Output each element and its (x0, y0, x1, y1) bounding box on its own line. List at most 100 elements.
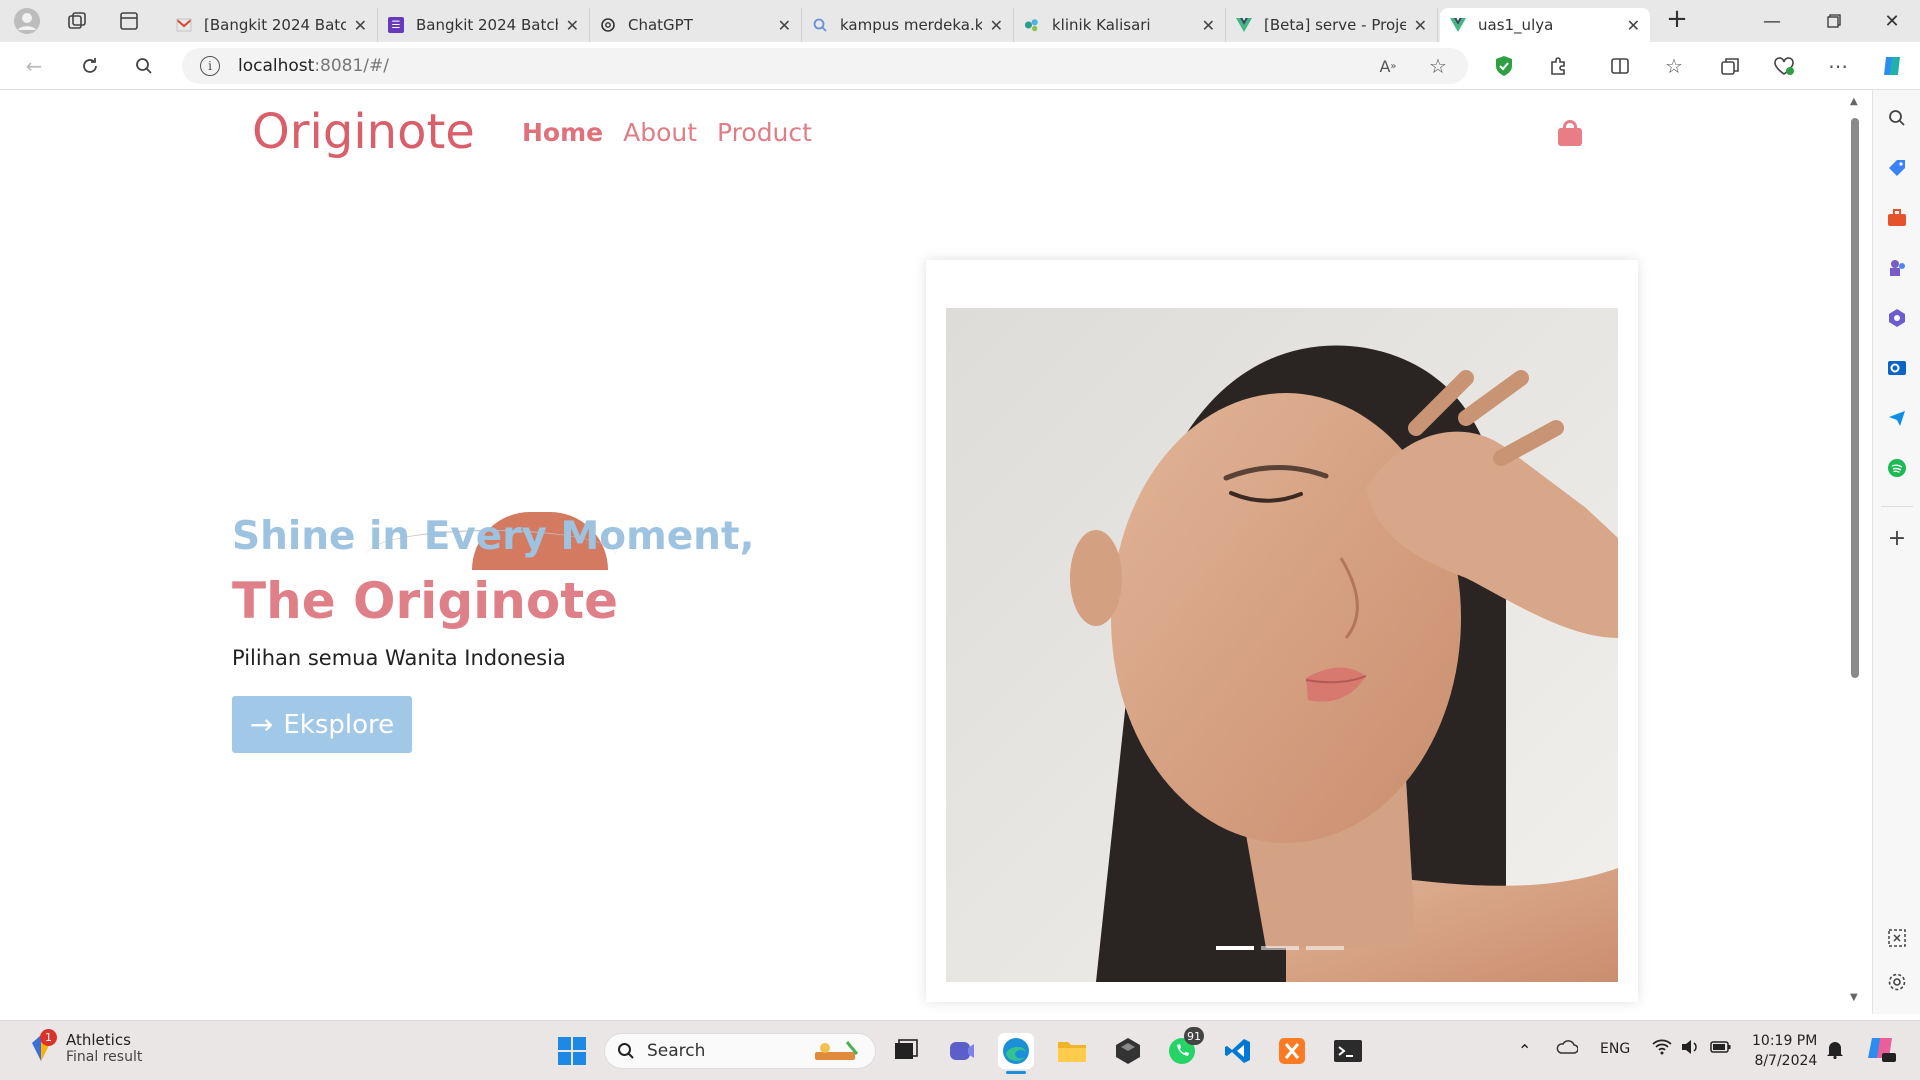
tab-title: [Bangkit 2024 Batch (204, 16, 346, 34)
tab-title: uas1_ulya (1478, 16, 1554, 34)
unity-icon[interactable] (1110, 1033, 1146, 1069)
tab-title: klinik Kalisari (1052, 16, 1151, 34)
browser-tab[interactable]: kampus merdeka.ke ✕ (802, 8, 1014, 42)
add-sidebar-app-icon[interactable]: + (1885, 526, 1909, 551)
scroll-down-arrow[interactable]: ▼ (1850, 992, 1858, 1003)
shield-extension-icon[interactable] (1488, 50, 1520, 82)
carousel-indicator[interactable] (1216, 946, 1254, 950)
vue-icon (1236, 17, 1252, 33)
whatsapp-badge: 91 (1184, 1027, 1204, 1045)
browser-tab-active[interactable]: uas1_ulya ✕ (1440, 8, 1650, 42)
notification-icon[interactable] (1826, 1039, 1844, 1063)
new-tab-button[interactable]: + (1654, 4, 1700, 34)
favorite-star-icon[interactable]: ☆ (1422, 50, 1454, 82)
sidebar-settings-icon[interactable] (1885, 970, 1909, 994)
hero-title: The Originote (232, 572, 619, 630)
volume-icon[interactable] (1680, 1038, 1700, 1060)
browser-tab[interactable]: ChatGPT ✕ (590, 8, 802, 42)
url-host: localhost (238, 56, 315, 76)
workspaces-icon[interactable] (56, 0, 98, 42)
back-icon[interactable]: ← (18, 50, 50, 82)
profile-icon[interactable] (6, 0, 48, 42)
shopping-tag-icon[interactable] (1885, 156, 1909, 180)
main-nav: Home About Product (522, 118, 812, 147)
browser-tab[interactable]: klinik Kalisari ✕ (1014, 8, 1226, 42)
copilot-icon[interactable] (1876, 50, 1908, 82)
sidebar-divider (1881, 506, 1913, 507)
scroll-up-arrow[interactable]: ▲ (1850, 96, 1858, 107)
page-scrollbar[interactable]: ▲ ▼ (1846, 96, 1864, 1008)
windows-start-icon[interactable] (554, 1033, 590, 1069)
carousel-indicator[interactable] (1306, 946, 1344, 950)
tab-title: [Beta] serve - Projec (1264, 16, 1406, 34)
tools-icon[interactable] (1885, 206, 1909, 230)
xampp-icon[interactable] (1274, 1033, 1310, 1069)
weather-widget[interactable]: 1 Athletics Final result (28, 1029, 143, 1065)
battery-icon[interactable] (1710, 1039, 1732, 1059)
nav-home[interactable]: Home (522, 118, 603, 147)
address-bar[interactable]: i localhost:8081/#/ (182, 48, 1468, 84)
brand-logo[interactable]: Originote (252, 104, 475, 160)
vscode-icon[interactable] (1220, 1033, 1256, 1069)
carousel-card (926, 260, 1638, 1002)
nav-about[interactable]: About (623, 118, 697, 147)
close-tab-icon[interactable]: ✕ (354, 16, 367, 35)
file-explorer-icon[interactable] (1054, 1033, 1090, 1069)
refresh-icon[interactable] (74, 50, 106, 82)
explore-button[interactable]: → Eksplore (232, 696, 412, 753)
scrollbar-thumb[interactable] (1851, 118, 1859, 678)
close-tab-icon[interactable]: ✕ (566, 16, 579, 35)
browser-tab[interactable]: [Beta] serve - Projec ✕ (1226, 8, 1438, 42)
minimize-button[interactable]: — (1744, 0, 1800, 42)
search-icon[interactable] (128, 50, 160, 82)
edge-browser-icon[interactable] (998, 1033, 1034, 1074)
teams-meet-icon[interactable] (944, 1033, 980, 1069)
close-tab-icon[interactable]: ✕ (990, 16, 1003, 35)
close-window-button[interactable]: ✕ (1864, 0, 1920, 42)
vertical-tabs-icon[interactable] (108, 0, 150, 42)
games-icon[interactable] (1885, 256, 1909, 280)
collections-icon[interactable] (1714, 50, 1746, 82)
show-hidden-icons[interactable]: ⌃ (1518, 1041, 1531, 1060)
search-icon (812, 17, 828, 33)
weather-subtitle: Final result (66, 1049, 143, 1065)
performance-icon[interactable] (1768, 50, 1800, 82)
onedrive-icon[interactable] (1556, 1039, 1579, 1059)
carousel-indicator[interactable] (1261, 946, 1299, 950)
send-icon[interactable] (1885, 406, 1909, 430)
system-clock[interactable]: 10:19 PM 8/7/2024 (1752, 1031, 1817, 1071)
read-aloud-icon[interactable]: A» (1372, 50, 1404, 82)
url-text[interactable]: localhost:8081/#/ (238, 56, 389, 76)
weather-badge: 1 (40, 1029, 57, 1046)
taskbar-search[interactable]: Search (604, 1033, 876, 1069)
site-info-icon[interactable]: i (200, 56, 220, 76)
split-screen-icon[interactable] (1604, 50, 1636, 82)
whatsapp-icon[interactable]: 91 (1164, 1027, 1204, 1069)
task-view-icon[interactable] (888, 1033, 924, 1069)
terminal-icon[interactable] (1330, 1033, 1366, 1069)
tab-strip: [Bangkit 2024 Batch ✕ ☰ Bangkit 2024 Bat… (0, 0, 1920, 42)
favorites-icon[interactable]: ☆ (1658, 50, 1690, 82)
screenshot-icon[interactable] (1885, 926, 1909, 950)
clock-date: 8/7/2024 (1754, 1053, 1818, 1069)
copilot-apps-icon[interactable] (1885, 306, 1909, 330)
hero-subtitle: Pilihan semua Wanita Indonesia (232, 646, 566, 670)
copilot-taskbar-icon[interactable] (1866, 1035, 1896, 1067)
language-indicator[interactable]: ENG (1600, 1041, 1630, 1057)
nav-product[interactable]: Product (717, 118, 812, 147)
restore-button[interactable] (1806, 0, 1862, 42)
close-tab-icon[interactable]: ✕ (1202, 16, 1215, 35)
spotify-icon[interactable] (1885, 456, 1909, 480)
close-tab-icon[interactable]: ✕ (778, 16, 791, 35)
more-menu-icon[interactable]: ⋯ (1822, 50, 1854, 82)
outlook-icon[interactable] (1885, 356, 1909, 380)
extensions-icon[interactable] (1542, 50, 1574, 82)
sidebar-search-icon[interactable] (1885, 106, 1909, 130)
browser-tab[interactable]: ☰ Bangkit 2024 Batch ✕ (378, 8, 590, 42)
close-tab-icon[interactable]: ✕ (1414, 16, 1427, 35)
wifi-icon[interactable] (1652, 1037, 1672, 1059)
browser-tab[interactable]: [Bangkit 2024 Batch ✕ (166, 8, 378, 42)
close-tab-icon[interactable]: ✕ (1627, 16, 1640, 35)
search-highlight-icon (815, 1041, 859, 1060)
shopping-bag-icon[interactable] (1558, 120, 1582, 146)
